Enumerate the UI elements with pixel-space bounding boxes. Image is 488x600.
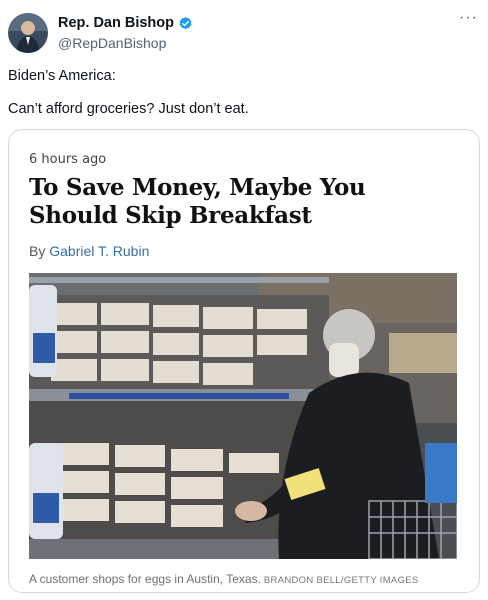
author-name-row[interactable]: Rep. Dan Bishop — [58, 15, 193, 31]
photo-caption: A customer shops for eggs in Austin, Tex… — [29, 572, 419, 586]
tweet-text-line-2: Can’t afford groceries? Just don’t eat. — [8, 101, 249, 117]
article-timestamp: 6 hours ago — [29, 152, 107, 167]
verified-badge-icon — [178, 16, 193, 31]
article-card[interactable]: 6 hours ago To Save Money, Maybe You Sho… — [8, 129, 480, 593]
more-options-icon[interactable]: ··· — [459, 9, 478, 27]
tweet-text-line-1: Biden’s America: — [8, 68, 116, 84]
byline-prefix: By — [29, 243, 50, 259]
author-display-name[interactable]: Rep. Dan Bishop — [58, 15, 174, 31]
byline-author-link[interactable]: Gabriel T. Rubin — [49, 243, 149, 259]
photo-credit: BRANDON BELL/GETTY IMAGES — [263, 575, 419, 586]
article-photo[interactable] — [29, 273, 457, 559]
article-headline[interactable]: To Save Money, Maybe You Should Skip Bre… — [29, 174, 449, 230]
author-handle[interactable]: @RepDanBishop — [58, 35, 166, 51]
caption-text: A customer shops for eggs in Austin, Tex… — [29, 572, 261, 586]
article-byline: By Gabriel T. Rubin — [29, 243, 149, 259]
avatar[interactable] — [8, 13, 48, 53]
